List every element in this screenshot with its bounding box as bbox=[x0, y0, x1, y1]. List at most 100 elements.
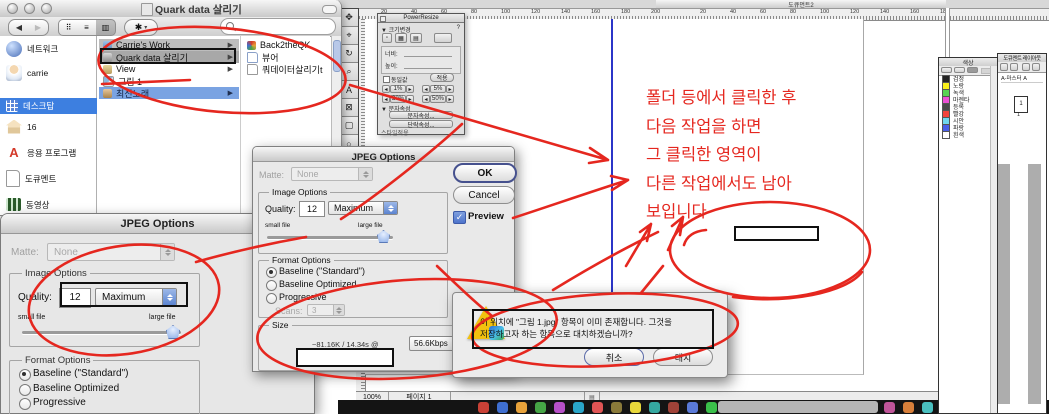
dock-icon[interactable] bbox=[478, 402, 489, 413]
dock-icon[interactable] bbox=[903, 402, 914, 413]
picture-box-tool-icon[interactable]: ⊠ bbox=[340, 99, 358, 117]
blank-page-icon[interactable] bbox=[1000, 63, 1008, 71]
dock-icon[interactable] bbox=[922, 402, 933, 413]
text-view-button[interactable] bbox=[967, 67, 978, 73]
rounded-box-tool-icon[interactable]: ▢ bbox=[340, 117, 358, 135]
back-button[interactable]: ◀ bbox=[8, 19, 30, 36]
list-item[interactable]: Carrie's Work ▶ bbox=[99, 39, 239, 51]
quality-preset-dropdown[interactable]: Maximum bbox=[95, 288, 177, 306]
fill-view-button[interactable] bbox=[941, 67, 952, 73]
dock-icon[interactable] bbox=[554, 402, 565, 413]
resize-mode-button[interactable]: ▤ bbox=[410, 33, 422, 43]
palette-close-icon[interactable] bbox=[380, 16, 386, 22]
powerresize-titlebar[interactable]: PowerResize bbox=[378, 14, 464, 23]
colors-scrollbar[interactable] bbox=[990, 66, 997, 413]
step-decrement-button[interactable]: ◂ bbox=[382, 95, 390, 103]
color-list-item[interactable]: 흰색 bbox=[939, 131, 991, 138]
zoom-tool-icon[interactable]: ⌕ bbox=[340, 63, 358, 81]
resize-mode-button[interactable]: ▦ bbox=[395, 33, 407, 43]
minimize-icon[interactable] bbox=[24, 3, 35, 14]
list-item[interactable]: 최신노래 ▶ bbox=[99, 87, 239, 99]
dock-icon[interactable] bbox=[649, 402, 660, 413]
column-divider[interactable] bbox=[240, 36, 241, 215]
master-page-item[interactable]: A-마스터 A bbox=[1001, 74, 1043, 83]
list-item[interactable]: 뷰어 bbox=[243, 51, 329, 63]
dock-icon[interactable] bbox=[687, 402, 698, 413]
sidebar-item-applications[interactable]: A 응용 프로그램 bbox=[0, 142, 97, 163]
item-tool-icon[interactable]: ✥ bbox=[340, 9, 358, 27]
baseline-standard-radio[interactable] bbox=[266, 267, 277, 278]
frame-view-button[interactable] bbox=[954, 67, 965, 73]
window-proxy-icon[interactable] bbox=[141, 3, 153, 16]
resize-mode-button[interactable] bbox=[434, 33, 452, 43]
quality-slider-thumb[interactable] bbox=[377, 230, 390, 243]
page-thumbnail[interactable]: 1 bbox=[1014, 96, 1028, 113]
content-tool-icon[interactable]: ⌖ bbox=[340, 27, 358, 45]
layout-palette-scroll-track[interactable] bbox=[1028, 164, 1041, 404]
list-view-button[interactable]: ≡ bbox=[77, 19, 97, 36]
dock-icon[interactable] bbox=[535, 402, 546, 413]
preview-checkbox[interactable]: ✓ bbox=[453, 211, 466, 224]
paragraph-attributes-button[interactable]: 단락속성... bbox=[389, 120, 453, 128]
duplicate-page-icon[interactable] bbox=[1022, 63, 1030, 71]
quality-input[interactable]: 12 bbox=[299, 201, 325, 217]
step-increment-button[interactable]: ▸ bbox=[446, 95, 454, 103]
sidebar-item-desktop[interactable]: 데스크탑 bbox=[0, 98, 97, 114]
column-view-button[interactable]: ▥ bbox=[96, 19, 116, 36]
dock-icon[interactable] bbox=[668, 402, 679, 413]
dock-icon[interactable] bbox=[497, 402, 508, 413]
sidebar-item-home[interactable]: 16 bbox=[0, 116, 97, 137]
search-input[interactable] bbox=[220, 18, 336, 35]
baseline-optimized-radio[interactable] bbox=[266, 280, 277, 291]
list-item[interactable]: 쿼데이터살리기t bbox=[243, 63, 329, 75]
sidebar-item-documents[interactable]: 도큐멘트 bbox=[0, 168, 97, 189]
dock-icon[interactable] bbox=[592, 402, 603, 413]
delete-page-icon[interactable] bbox=[1032, 63, 1040, 71]
dock-icon[interactable] bbox=[706, 402, 717, 413]
quality-slider[interactable] bbox=[22, 331, 181, 334]
forward-button[interactable]: ▶ bbox=[28, 19, 49, 36]
list-item[interactable]: 그림 1 bbox=[99, 75, 239, 87]
sidebar-item-movies[interactable]: 동영상 bbox=[0, 194, 97, 215]
list-item[interactable]: Quark data 살리기 ▶ bbox=[99, 51, 239, 63]
quality-slider[interactable] bbox=[267, 236, 393, 239]
step-increment-button[interactable]: ▸ bbox=[446, 85, 454, 93]
action-menu-button[interactable]: ✱ ▾ bbox=[124, 19, 158, 36]
step-increment-button[interactable]: ▸ bbox=[406, 85, 414, 93]
step-decrement-button[interactable]: ◂ bbox=[422, 95, 430, 103]
resize-mode-button[interactable]: ▫ bbox=[382, 33, 392, 43]
rotate-tool-icon[interactable]: ↻ bbox=[340, 45, 358, 63]
step-decrement-button[interactable]: ◂ bbox=[382, 85, 390, 93]
step-increment-button[interactable]: ▸ bbox=[406, 95, 414, 103]
quality-slider-thumb[interactable] bbox=[166, 325, 180, 339]
sidebar-item-network[interactable]: 네트워크 bbox=[0, 38, 97, 59]
toolbar-toggle-capsule[interactable] bbox=[322, 5, 337, 14]
help-icon[interactable]: ? bbox=[457, 25, 460, 31]
list-item[interactable]: View ▶ bbox=[99, 63, 239, 75]
scans-dropdown[interactable]: 3 bbox=[307, 304, 345, 316]
close-icon[interactable] bbox=[7, 3, 18, 14]
dock-icon[interactable] bbox=[884, 402, 895, 413]
matte-dropdown[interactable]: None bbox=[47, 243, 175, 261]
quality-preset-dropdown[interactable]: Maximum bbox=[328, 201, 398, 215]
cancel-button[interactable]: Cancel bbox=[453, 186, 515, 204]
sidebar-item-carrie[interactable]: carrie bbox=[0, 62, 97, 83]
baseline-optimized-radio[interactable] bbox=[19, 384, 31, 396]
master-page-icon[interactable] bbox=[1010, 63, 1018, 71]
list-item[interactable]: Back2theQK bbox=[243, 39, 329, 51]
cancel-button[interactable]: 취소 bbox=[584, 348, 644, 366]
ok-button[interactable]: OK bbox=[453, 163, 517, 183]
dock-icon[interactable] bbox=[611, 402, 622, 413]
zoom-window-icon[interactable] bbox=[41, 3, 52, 14]
replace-button[interactable]: 대치 bbox=[653, 348, 713, 366]
apply-button[interactable]: 적용 bbox=[430, 73, 454, 82]
character-attributes-button[interactable]: 문자속성... bbox=[389, 111, 453, 119]
dock-icon[interactable] bbox=[573, 402, 584, 413]
progressive-radio[interactable] bbox=[266, 293, 277, 304]
same-value-checkbox[interactable] bbox=[383, 76, 390, 83]
scrollbar-thumb[interactable] bbox=[333, 40, 341, 72]
text-box-tool-icon[interactable]: A bbox=[340, 81, 358, 99]
dock-icon[interactable] bbox=[516, 402, 527, 413]
finder-titlebar[interactable]: Quark data 살리기 bbox=[0, 0, 341, 18]
progressive-radio[interactable] bbox=[19, 398, 31, 410]
